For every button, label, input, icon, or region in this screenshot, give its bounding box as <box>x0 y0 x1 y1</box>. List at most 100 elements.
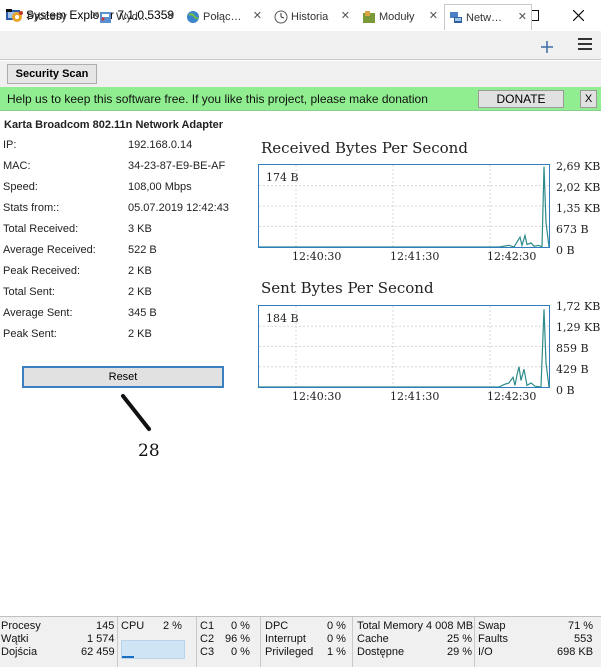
property-row: Peak Sent: 2 KB <box>3 328 243 344</box>
property-label: Total Sent: <box>3 286 55 298</box>
status-available-value: 29 % <box>447 646 473 658</box>
close-icon <box>572 10 584 21</box>
status-c3-label: C3 <box>200 646 215 658</box>
tab-modules[interactable]: Moduły ✕ <box>362 4 438 29</box>
sent-y-tick-label: 1,29 KB <box>556 321 601 334</box>
sent-y-tick-label: 429 B <box>556 363 589 376</box>
tab-label: Procesy <box>27 10 67 23</box>
status-interrupt-value: 0 % <box>327 633 346 645</box>
property-label: MAC: <box>3 160 31 172</box>
sent-x-tick-label: 12:41:30 <box>390 390 440 403</box>
donation-text: Help us to keep this software free. If y… <box>7 92 428 106</box>
status-threads-value: 1 574 <box>87 633 115 645</box>
network-icon <box>450 11 462 23</box>
property-value: 345 B <box>128 307 157 319</box>
property-label: Total Received: <box>3 223 79 235</box>
status-interrupt-label: Interrupt <box>265 633 306 645</box>
sent-chart-title: Sent Bytes Per Second <box>261 279 434 297</box>
status-processes-value: 145 <box>96 620 115 632</box>
close-window-button[interactable] <box>555 0 601 31</box>
tab-history[interactable]: Historia ✕ <box>274 4 350 29</box>
toolbar: Security Scan <box>0 61 601 87</box>
property-row: Peak Received: 2 KB <box>3 265 243 281</box>
property-value: 2 KB <box>128 265 152 277</box>
received-x-tick-label: 12:40:30 <box>292 250 342 263</box>
property-row: Stats from:: 05.07.2019 12:42:43 <box>3 202 243 218</box>
received-y-tick-label: 0 B <box>556 244 575 257</box>
property-row: Average Received: 522 B <box>3 244 243 260</box>
status-c2-label: C2 <box>200 633 215 645</box>
property-row: Speed: 108,00 Mbps <box>3 181 243 197</box>
tab-processes[interactable]: Procesy ✕ <box>10 4 100 29</box>
property-label: Stats from:: <box>3 202 60 214</box>
security-scan-button[interactable]: Security Scan <box>7 64 97 84</box>
sent-chart: 184 B <box>258 305 550 388</box>
status-processes-label: Procesy <box>1 620 41 632</box>
hamburger-icon <box>578 43 592 45</box>
clock-icon <box>274 10 288 23</box>
cpu-usage-bar <box>121 640 185 659</box>
received-x-tick-label: 12:42:30 <box>487 250 537 263</box>
received-y-tick-label: 2,02 KB <box>556 181 601 194</box>
received-chart: 174 B <box>258 164 550 248</box>
reset-button[interactable]: Reset <box>22 366 224 388</box>
status-dpc-label: DPC <box>265 620 289 632</box>
new-tab-button[interactable] <box>541 40 553 56</box>
property-value: 3 KB <box>128 223 152 235</box>
status-faults-label: Faults <box>478 633 508 645</box>
status-cpu-label: CPU <box>121 620 145 632</box>
donate-button[interactable]: DONATE <box>478 90 564 108</box>
sent-y-tick-label: 1,72 KB <box>556 300 601 313</box>
cpu-usage-fill <box>122 656 135 658</box>
sent-chart-plot <box>259 306 549 387</box>
status-handles-value: 62 459 <box>81 646 115 658</box>
status-c3-value: 0 % <box>231 646 250 658</box>
tab-connections[interactable]: Połąc… ✕ <box>186 4 262 29</box>
status-faults-value: 553 <box>574 633 593 645</box>
module-icon <box>363 10 375 23</box>
property-value: 192.168.0.14 <box>128 139 193 151</box>
property-value: 2 KB <box>128 286 152 298</box>
property-row: Average Sent: 345 B <box>3 307 243 323</box>
tab-network[interactable]: Netw… ✕ <box>444 4 532 30</box>
annotation-stroke <box>121 394 151 431</box>
menu-button[interactable] <box>578 38 592 52</box>
received-x-tick-label: 12:41:30 <box>390 250 440 263</box>
tab-label: Połąc… <box>203 10 242 23</box>
property-label: Peak Sent: <box>3 328 57 340</box>
sent-x-tick-label: 12:40:30 <box>292 390 342 403</box>
status-io-value: 698 KB <box>557 646 594 658</box>
tab-close-icon[interactable]: ✕ <box>253 9 262 22</box>
status-cache-label: Cache <box>357 633 389 645</box>
received-y-tick-label: 673 B <box>556 223 589 236</box>
tab-events[interactable]: Wyd… ✕ <box>99 4 175 29</box>
status-handles-label: Dojścia <box>1 646 38 658</box>
status-swap-label: Swap <box>478 620 506 632</box>
status-privileged-value: 1 % <box>327 646 346 658</box>
globe-icon <box>187 10 199 23</box>
annotation-number: 28 <box>138 441 160 461</box>
status-io-label: I/O <box>478 646 493 658</box>
tab-close-icon[interactable]: ✕ <box>341 9 350 22</box>
traffic-series-line <box>259 309 549 387</box>
received-y-tick-label: 2,69 KB <box>556 160 601 173</box>
adapter-name: Karta Broadcom 802.11n Network Adapter <box>4 119 224 131</box>
sent-y-tick-label: 859 B <box>556 342 589 355</box>
status-total-memory-label: Total Memory <box>357 620 424 632</box>
property-label: Speed: <box>3 181 38 193</box>
status-threads-label: Wątki <box>1 633 29 645</box>
property-label: Average Sent: <box>3 307 73 319</box>
received-y-tick-label: 1,35 KB <box>556 202 601 215</box>
tab-label: Historia <box>291 10 329 23</box>
donation-bar: Help us to keep this software free. If y… <box>0 87 601 111</box>
status-cpu-value: 2 % <box>163 620 182 632</box>
received-chart-plot <box>259 165 549 247</box>
hamburger-icon <box>578 38 592 40</box>
tab-close-icon[interactable]: ✕ <box>518 10 527 23</box>
tab-close-icon[interactable]: ✕ <box>429 9 438 22</box>
property-value: 522 B <box>128 244 157 256</box>
status-total-memory-value: 4 008 MB <box>426 620 474 632</box>
close-donation-button[interactable]: X <box>580 90 597 108</box>
tab-close-icon[interactable]: ✕ <box>166 9 175 22</box>
status-available-label: Dostępne <box>357 646 405 658</box>
